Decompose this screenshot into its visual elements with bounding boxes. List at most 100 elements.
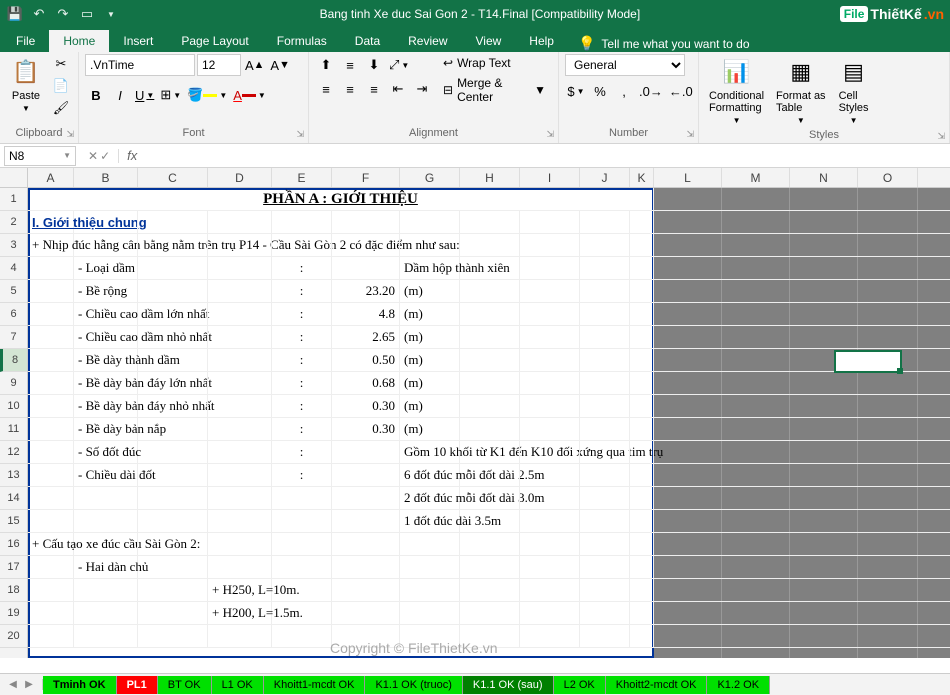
- sheet-tab-Khoitt2-mcdt-OK[interactable]: Khoitt2-mcdt OK: [606, 676, 708, 694]
- tab-review[interactable]: Review: [394, 30, 461, 52]
- cell[interactable]: [138, 487, 208, 509]
- row-header-20[interactable]: 20: [0, 625, 27, 648]
- cell[interactable]: [460, 487, 520, 509]
- decrease-decimal-icon[interactable]: ←.0: [667, 80, 695, 102]
- col-header-L[interactable]: L: [654, 168, 722, 187]
- cell[interactable]: [272, 579, 332, 601]
- decrease-indent-icon[interactable]: ⇤: [387, 78, 409, 100]
- sheet-tab-PL1[interactable]: PL1: [117, 676, 158, 694]
- cell[interactable]: [520, 326, 580, 348]
- cell[interactable]: + H250, L=10m.: [208, 579, 272, 601]
- cell[interactable]: [630, 533, 654, 555]
- orientation-icon[interactable]: ⤢▼: [387, 54, 411, 76]
- sheet-tab-Tminh-OK[interactable]: Tminh OK: [43, 676, 117, 694]
- cell[interactable]: [332, 556, 400, 578]
- format-painter-button[interactable]: 🖌: [50, 98, 72, 118]
- cell[interactable]: [332, 602, 400, 624]
- accounting-format-icon[interactable]: $▼: [565, 80, 587, 102]
- row-header-11[interactable]: 11: [0, 418, 27, 441]
- cell[interactable]: - Bề dày bản đáy lớn nhất: [74, 372, 138, 394]
- cell[interactable]: [138, 326, 208, 348]
- cell[interactable]: [28, 303, 74, 325]
- number-format-select[interactable]: General: [565, 54, 685, 76]
- cell[interactable]: (m): [400, 372, 460, 394]
- cell[interactable]: [138, 372, 208, 394]
- cell[interactable]: [332, 441, 400, 463]
- tab-home[interactable]: Home: [49, 30, 109, 52]
- sheet-nav-next-icon[interactable]: ▶: [22, 679, 36, 690]
- cell[interactable]: :: [272, 326, 332, 348]
- percent-format-icon[interactable]: %: [589, 80, 611, 102]
- cell[interactable]: [580, 579, 630, 601]
- cell[interactable]: [332, 533, 400, 555]
- cell[interactable]: [520, 464, 580, 486]
- cell[interactable]: [630, 418, 654, 440]
- cell[interactable]: - Hai dàn chủ: [74, 556, 138, 578]
- paste-button[interactable]: 📋 Paste ▼: [6, 54, 46, 115]
- cell[interactable]: PHẦN A : GIỚI THIỆU: [28, 188, 654, 210]
- tab-insert[interactable]: Insert: [109, 30, 167, 52]
- cell[interactable]: [400, 602, 460, 624]
- cell[interactable]: [74, 211, 138, 233]
- cell[interactable]: [138, 556, 208, 578]
- cell[interactable]: [138, 441, 208, 463]
- cell[interactable]: [138, 234, 208, 256]
- row-header-7[interactable]: 7: [0, 326, 27, 349]
- cell[interactable]: [332, 510, 400, 532]
- cell[interactable]: [520, 556, 580, 578]
- col-header-J[interactable]: J: [580, 168, 630, 187]
- cell[interactable]: [580, 625, 630, 647]
- cell[interactable]: [460, 303, 520, 325]
- sheet-tab-K1.2-OK[interactable]: K1.2 OK: [707, 676, 770, 694]
- cell[interactable]: [580, 234, 630, 256]
- cell[interactable]: [28, 372, 74, 394]
- cell[interactable]: [630, 372, 654, 394]
- cell[interactable]: [208, 349, 272, 371]
- cell[interactable]: [630, 464, 654, 486]
- col-header-H[interactable]: H: [460, 168, 520, 187]
- cell[interactable]: [630, 579, 654, 601]
- cell[interactable]: [460, 280, 520, 302]
- cell[interactable]: [460, 395, 520, 417]
- cell[interactable]: [580, 326, 630, 348]
- cell[interactable]: :: [272, 303, 332, 325]
- cell[interactable]: [208, 395, 272, 417]
- cell[interactable]: (m): [400, 418, 460, 440]
- col-header-B[interactable]: B: [74, 168, 138, 187]
- cell[interactable]: [460, 234, 520, 256]
- sheet-tab-K1.1-OK-(truoc)[interactable]: K1.1 OK (truoc): [365, 676, 462, 694]
- cell[interactable]: [520, 510, 580, 532]
- cell[interactable]: [138, 303, 208, 325]
- row-header-15[interactable]: 15: [0, 510, 27, 533]
- cell[interactable]: - Số đốt đúc: [74, 441, 138, 463]
- cell[interactable]: [580, 257, 630, 279]
- cell[interactable]: [138, 257, 208, 279]
- cell[interactable]: [520, 234, 580, 256]
- cell[interactable]: [208, 441, 272, 463]
- cell[interactable]: [272, 487, 332, 509]
- cell[interactable]: [460, 257, 520, 279]
- cell[interactable]: [580, 533, 630, 555]
- increase-decimal-icon[interactable]: .0→: [637, 80, 665, 102]
- cell[interactable]: [520, 602, 580, 624]
- align-left-icon[interactable]: ≡: [315, 78, 337, 100]
- cell[interactable]: [28, 510, 74, 532]
- cell[interactable]: [138, 280, 208, 302]
- cell[interactable]: [460, 326, 520, 348]
- cell[interactable]: [630, 257, 654, 279]
- row-header-4[interactable]: 4: [0, 257, 27, 280]
- cell[interactable]: [460, 464, 520, 486]
- align-right-icon[interactable]: ≡: [363, 78, 385, 100]
- cell[interactable]: :: [272, 349, 332, 371]
- cell[interactable]: 1 đốt đúc dài 3.5m: [400, 510, 460, 532]
- cell[interactable]: [580, 349, 630, 371]
- cell[interactable]: :: [272, 280, 332, 302]
- cell[interactable]: [28, 579, 74, 601]
- cell[interactable]: [630, 211, 654, 233]
- cell[interactable]: [28, 464, 74, 486]
- row-header-2[interactable]: 2: [0, 211, 27, 234]
- cell[interactable]: :: [272, 395, 332, 417]
- col-header-F[interactable]: F: [332, 168, 400, 187]
- cell[interactable]: [630, 487, 654, 509]
- cell[interactable]: [580, 487, 630, 509]
